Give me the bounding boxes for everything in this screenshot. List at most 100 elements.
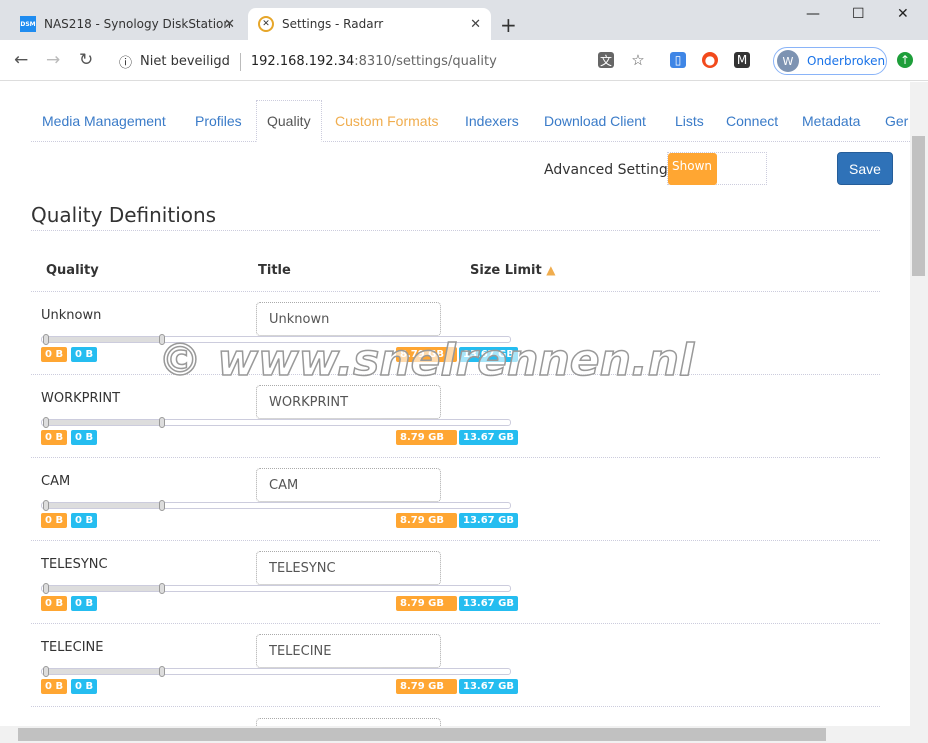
slider-handle-min[interactable] — [43, 583, 49, 594]
title-input[interactable] — [256, 718, 441, 726]
tab-general[interactable]: Ger — [885, 100, 908, 142]
tab-media-management[interactable]: Media Management — [42, 100, 166, 142]
tab-custom-formats[interactable]: Custom Formats — [335, 100, 438, 142]
slider-handle-min[interactable] — [43, 666, 49, 677]
vertical-scroll-thumb[interactable] — [912, 136, 925, 276]
dsm-icon: DSM — [20, 16, 36, 32]
tab-profiles[interactable]: Profiles — [195, 100, 242, 142]
slider-handle-max[interactable] — [159, 500, 165, 511]
preferred-size-badge: 0 B — [71, 513, 98, 528]
slider-handle-max[interactable] — [159, 334, 165, 345]
new-tab-icon[interactable]: + — [500, 13, 517, 37]
max-size-badge: 13.67 GB — [459, 347, 518, 362]
horizontal-scroll-thumb[interactable] — [18, 728, 826, 741]
title-input[interactable] — [256, 385, 441, 419]
tab-lists[interactable]: Lists — [675, 100, 704, 142]
avatar: W — [777, 50, 799, 72]
max-size-badge: 13.67 GB — [459, 596, 518, 611]
max-size-badge: 8.79 GB — [396, 430, 457, 445]
browser-tab-radarr[interactable]: ✕ Settings - Radarr ✕ — [248, 8, 491, 40]
url-field[interactable]: ⓘ Niet beveiligd 192.168.192.34:8310/set… — [119, 52, 497, 71]
min-size-badge: 0 B — [41, 430, 68, 445]
update-icon[interactable]: ↑ — [897, 52, 913, 68]
quality-name: TELECINE — [41, 640, 104, 655]
slider-handle-min[interactable] — [43, 334, 49, 345]
slider-handle-max[interactable] — [159, 417, 165, 428]
table-row — [31, 706, 880, 726]
slider-handle-max[interactable] — [159, 666, 165, 677]
extension-icon[interactable]: ● — [702, 52, 718, 68]
m-extension-icon[interactable]: M — [734, 52, 750, 68]
extension-icon[interactable]: ▯ — [670, 52, 686, 68]
close-tab-icon[interactable]: ✕ — [470, 17, 481, 32]
max-size-badge: 8.79 GB — [396, 679, 457, 694]
preferred-size-badge: 0 B — [71, 347, 98, 362]
max-size-badge: 8.79 GB — [396, 596, 457, 611]
star-icon[interactable]: ☆ — [630, 51, 646, 69]
size-slider[interactable] — [41, 666, 511, 677]
forward-icon[interactable]: → — [46, 50, 60, 70]
settings-tabs: Media Management Profiles Quality Custom… — [31, 100, 910, 142]
size-slider[interactable] — [41, 583, 511, 594]
page-content: Media Management Profiles Quality Custom… — [0, 82, 910, 726]
title-input[interactable] — [256, 302, 441, 336]
tab-download-client[interactable]: Download Client — [544, 100, 646, 142]
back-icon[interactable]: ← — [14, 50, 28, 70]
slider-handle-min[interactable] — [43, 417, 49, 428]
reload-icon[interactable]: ↻ — [79, 50, 93, 70]
tab-quality[interactable]: Quality — [256, 100, 322, 142]
min-size-badge: 0 B — [41, 596, 68, 611]
radarr-icon: ✕ — [258, 16, 274, 32]
column-size-limit: Size Limit ▲ — [470, 263, 555, 278]
profile-label: Onderbroken — [807, 54, 886, 68]
quality-name: CAM — [41, 474, 71, 489]
tab-connect[interactable]: Connect — [726, 100, 778, 142]
max-size-badge: 8.79 GB — [396, 513, 457, 528]
profile-button[interactable]: W Onderbroken — [773, 47, 887, 75]
max-size-badge: 8.79 GB — [396, 347, 457, 362]
tab-metadata[interactable]: Metadata — [802, 100, 860, 142]
advanced-settings-toggle[interactable]: Shown — [667, 152, 767, 185]
browser-tab-nas[interactable]: DSM NAS218 - Synology DiskStation ✕ — [10, 8, 245, 40]
url-path: :8310/settings/quality — [354, 54, 497, 69]
preferred-size-badge: 0 B — [71, 430, 98, 445]
slider-fill — [45, 503, 162, 508]
size-slider[interactable] — [41, 500, 511, 511]
slider-handle-max[interactable] — [159, 583, 165, 594]
quality-name: WORKPRINT — [41, 391, 121, 406]
browser-tab-bar: DSM NAS218 - Synology DiskStation ✕ ✕ Se… — [0, 0, 928, 40]
min-size-badge: 0 B — [41, 513, 68, 528]
tab-indexers[interactable]: Indexers — [465, 100, 519, 142]
slider-handle-min[interactable] — [43, 500, 49, 511]
divider — [239, 52, 241, 71]
column-title: Title — [258, 263, 291, 278]
divider — [31, 230, 880, 231]
size-limit-label: Size Limit — [470, 263, 542, 278]
translate-icon[interactable]: 文 — [598, 52, 614, 68]
slider-fill — [45, 669, 162, 674]
size-slider[interactable] — [41, 417, 511, 428]
title-input[interactable] — [256, 468, 441, 502]
table-row: TELECINE 0 B 0 B 8.79 GB 13.67 GB — [31, 623, 880, 706]
minimize-icon[interactable]: — — [806, 6, 820, 22]
advanced-settings-label: Advanced Settings — [544, 162, 676, 178]
column-quality: Quality — [46, 263, 99, 278]
tab-title: Settings - Radarr — [282, 17, 384, 31]
maximize-icon[interactable]: ☐ — [852, 6, 865, 22]
close-window-icon[interactable]: ✕ — [897, 6, 909, 22]
warning-icon[interactable]: ▲ — [546, 263, 555, 277]
title-input[interactable] — [256, 634, 441, 668]
preferred-size-badge: 0 B — [71, 679, 98, 694]
table-row: WORKPRINT 0 B 0 B 8.79 GB 13.67 GB — [31, 374, 880, 457]
max-size-badge: 13.67 GB — [459, 513, 518, 528]
preferred-size-badge: 0 B — [71, 596, 98, 611]
title-input[interactable] — [256, 551, 441, 585]
slider-fill — [45, 420, 162, 425]
info-icon[interactable]: ⓘ — [119, 52, 132, 71]
slider-fill — [45, 337, 162, 342]
section-title: Quality Definitions — [31, 203, 217, 227]
size-slider[interactable] — [41, 334, 511, 345]
tab-title: NAS218 - Synology DiskStation — [44, 17, 231, 31]
save-button[interactable]: Save — [837, 152, 893, 185]
close-tab-icon[interactable]: ✕ — [224, 17, 235, 32]
